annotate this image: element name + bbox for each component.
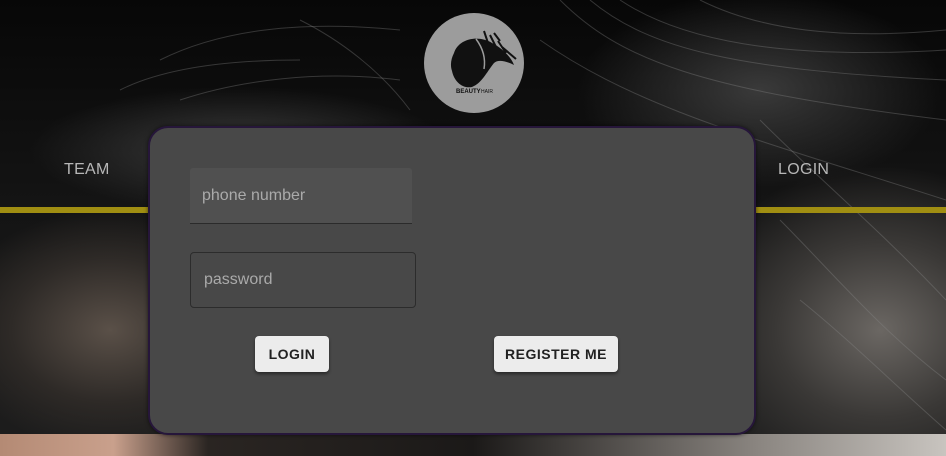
nav-team-link[interactable]: TEAM: [64, 161, 110, 179]
logo-text-primary: BEAUTY: [456, 89, 481, 95]
login-button[interactable]: LOGIN: [255, 336, 329, 372]
phone-number-input[interactable]: [190, 168, 412, 224]
hair-salon-logo-icon: BEAUTY HAIR: [450, 30, 517, 95]
login-modal: LOGIN REGISTER ME: [148, 126, 756, 435]
salon-logo[interactable]: BEAUTY HAIR: [424, 13, 524, 113]
logo-text-secondary: HAIR: [481, 89, 493, 95]
password-input[interactable]: [190, 252, 416, 308]
register-button[interactable]: REGISTER ME: [494, 336, 618, 372]
face-photo-strip: [0, 434, 946, 456]
nav-login-link[interactable]: LOGIN: [778, 161, 829, 179]
